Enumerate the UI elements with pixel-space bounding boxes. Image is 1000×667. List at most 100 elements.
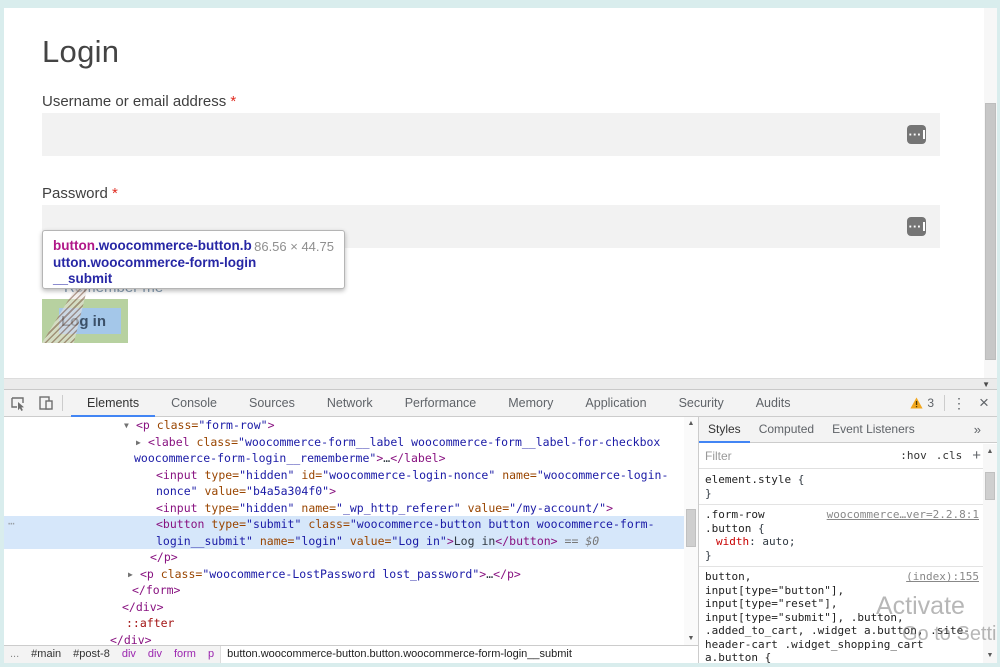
breadcrumb-item[interactable]: div <box>142 646 168 663</box>
sidebar-tab-computed[interactable]: Computed <box>750 417 823 443</box>
scroll-down-icon[interactable]: ▼ <box>982 379 990 390</box>
devtools-body: ▼<p class="form-row">▶<label class="wooc… <box>4 417 997 663</box>
devtools-splitter[interactable]: ▼ <box>4 378 997 390</box>
more-tabs-icon[interactable]: » <box>974 422 981 437</box>
tooltip-selector-line: __submit <box>53 271 334 288</box>
breadcrumb-selected-item[interactable]: button.woocommerce-button.button.woocomm… <box>220 646 698 663</box>
dom-tree-line[interactable]: nonce" value="b4a5a304f0"> <box>4 483 684 500</box>
scroll-down-icon[interactable]: ▼ <box>983 652 997 659</box>
styles-filter-row: :hov .cls + <box>699 443 997 469</box>
tooltip-selector-line: utton.woocommerce-form-login <box>53 255 334 272</box>
dom-tree-line[interactable]: </div> <box>4 599 684 616</box>
elements-panel: ▼<p class="form-row">▶<label class="wooc… <box>4 417 698 663</box>
tab-application[interactable]: Application <box>569 390 662 417</box>
tab-sources[interactable]: Sources <box>233 390 311 417</box>
css-rule-line: .button { <box>705 522 981 536</box>
inspect-tooltip: button.woocommerce-button.button.woocomm… <box>42 230 345 289</box>
css-rule[interactable]: (index):155button,input[type="button"],i… <box>699 567 983 663</box>
breadcrumb-item[interactable]: p <box>202 646 220 663</box>
dom-tree-line[interactable]: </p> <box>4 549 684 566</box>
dom-tree-line[interactable]: </form> <box>4 582 684 599</box>
page-viewport: Login Username or email address * ··· Pa… <box>4 8 997 378</box>
styles-tabs: StylesComputedEvent Listeners » <box>699 417 997 443</box>
css-rule-line: woocommerce…ver=2.2.8:1.form-row <box>705 508 981 522</box>
dom-tree-line[interactable]: login__submit" name="login" value="Log i… <box>4 533 684 550</box>
dom-tree-line[interactable]: ▼<p class="form-row"> <box>4 417 684 434</box>
password-label: Password * <box>42 185 118 202</box>
devtools-close-icon[interactable]: × <box>971 390 997 416</box>
styles-panel: StylesComputedEvent Listeners » :hov .cls… <box>698 417 997 663</box>
dom-tree-line[interactable]: ⋯<button type="submit" class="woocommerc… <box>4 516 684 533</box>
css-rule-line: input[type="reset"], <box>705 597 981 611</box>
page-scrollbar[interactable] <box>984 8 997 378</box>
css-rule-line: width: auto; <box>705 535 981 549</box>
scroll-up-icon[interactable]: ▲ <box>684 420 698 427</box>
tab-audits[interactable]: Audits <box>740 390 807 417</box>
styles-rules: element.style {}woocommerce…ver=2.2.8:1.… <box>699 470 983 663</box>
css-rule-line: a.button { <box>705 651 981 663</box>
toolbar-separator <box>944 395 945 411</box>
dom-tree-line[interactable]: ::after <box>4 615 684 632</box>
stylesheet-link[interactable]: woocommerce…ver=2.2.8:1 <box>827 508 979 522</box>
tab-console[interactable]: Console <box>155 390 233 417</box>
css-rule-line: input[type="button"], <box>705 584 981 598</box>
css-rule-line: } <box>705 487 981 501</box>
sidebar-tab-styles[interactable]: Styles <box>699 417 750 443</box>
css-rule-line: .added_to_cart, .widget a.button, .site- <box>705 624 981 638</box>
form-filler-icon[interactable]: ··· <box>907 217 926 236</box>
dom-tree-line[interactable]: ▶<label class="woocommerce-form__label w… <box>4 434 684 451</box>
elements-scrollbar-thumb[interactable] <box>686 509 696 547</box>
dom-tree-line[interactable]: <input type="hidden" id="woocommerce-log… <box>4 467 684 484</box>
dom-tree-line[interactable]: woocommerce-form-login__rememberme">…</l… <box>4 450 684 467</box>
devtools-menu-icon[interactable]: ⋮ <box>947 395 971 412</box>
tab-elements[interactable]: Elements <box>71 390 155 417</box>
dom-tree-line[interactable]: ▶<p class="woocommerce-LostPassword lost… <box>4 566 684 583</box>
breadcrumb-item[interactable]: form <box>168 646 202 663</box>
breadcrumb-item[interactable]: #main <box>25 646 67 663</box>
styles-scrollbar-thumb[interactable] <box>985 472 995 500</box>
inspect-element-icon[interactable] <box>4 390 32 416</box>
page-title: Login <box>42 34 119 70</box>
breadcrumb: ...#main#post-8divdivformpbutton.woocomm… <box>4 645 698 663</box>
stylesheet-link[interactable]: (index):155 <box>906 570 979 584</box>
tab-network[interactable]: Network <box>311 390 389 417</box>
css-rule-line: input[type="submit"], .button, <box>705 611 981 625</box>
elements-scrollbar[interactable]: ▲ ▼ <box>684 417 698 645</box>
devtools-toolbar: ElementsConsoleSourcesNetworkPerformance… <box>4 390 997 417</box>
css-rule-line: (index):155button, <box>705 570 981 584</box>
css-rule-line: header-cart .widget_shopping_cart <box>705 638 981 652</box>
username-label: Username or email address * <box>42 93 236 110</box>
breadcrumb-item[interactable]: #post-8 <box>67 646 116 663</box>
warning-badge[interactable]: 3 <box>910 396 934 410</box>
form-filler-icon[interactable]: ··· <box>907 125 926 144</box>
css-rule[interactable]: woocommerce…ver=2.2.8:1.form-row.button … <box>699 505 983 567</box>
username-input[interactable]: ··· <box>42 113 940 156</box>
required-asterisk: * <box>230 93 236 110</box>
device-toolbar-icon[interactable] <box>32 390 60 416</box>
page-scrollbar-thumb[interactable] <box>985 103 996 360</box>
breadcrumb-item[interactable]: ... <box>4 646 25 663</box>
breadcrumb-item[interactable]: div <box>116 646 142 663</box>
styles-scrollbar[interactable]: ▲ ▼ <box>983 444 997 663</box>
toggle-hover-state-button[interactable]: :hov <box>900 449 927 462</box>
warning-count: 3 <box>927 396 934 410</box>
styles-filter-input[interactable] <box>705 449 891 463</box>
toolbar-separator <box>62 395 63 411</box>
css-rule-line: element.style { <box>705 473 981 487</box>
tab-security[interactable]: Security <box>663 390 740 417</box>
css-rule[interactable]: element.style {} <box>699 470 983 505</box>
dom-tree-line[interactable]: </div> <box>4 632 684 646</box>
devtools-tabs: ElementsConsoleSourcesNetworkPerformance… <box>71 390 806 417</box>
required-asterisk: * <box>112 185 118 202</box>
tooltip-dimensions: 86.56 × 44.75 <box>254 239 334 254</box>
new-style-rule-button[interactable]: + <box>972 447 981 464</box>
sidebar-tab-event-listeners[interactable]: Event Listeners <box>823 417 924 443</box>
tab-performance[interactable]: Performance <box>389 390 493 417</box>
browser-window: Login Username or email address * ··· Pa… <box>4 8 997 663</box>
scroll-up-icon[interactable]: ▲ <box>983 448 997 455</box>
dom-tree-line[interactable]: <input type="hidden" name="_wp_http_refe… <box>4 500 684 517</box>
tab-memory[interactable]: Memory <box>492 390 569 417</box>
warning-icon <box>910 397 923 409</box>
toggle-class-button[interactable]: .cls <box>936 449 963 462</box>
scroll-down-icon[interactable]: ▼ <box>684 635 698 642</box>
